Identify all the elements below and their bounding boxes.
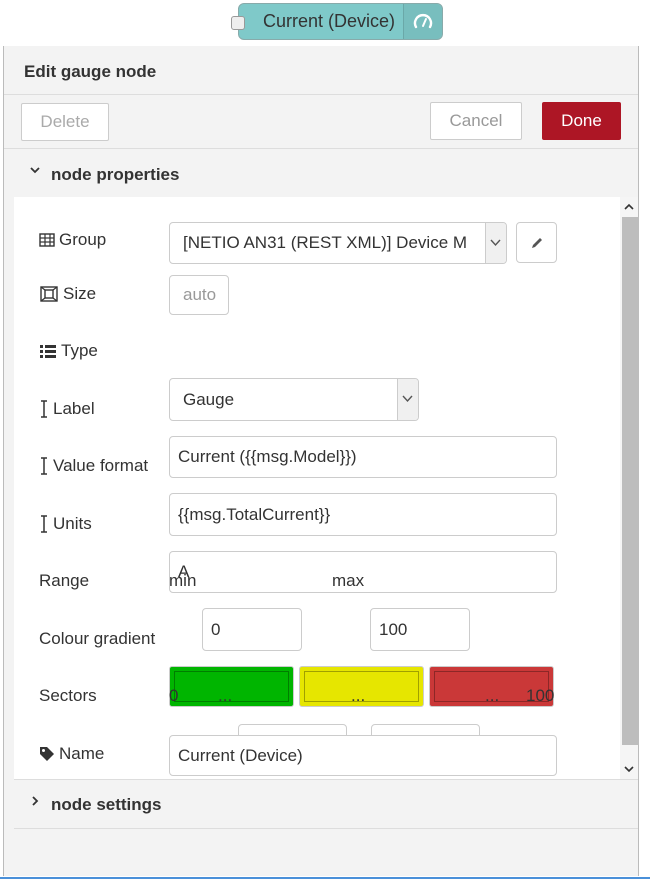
list-icon: [40, 345, 56, 358]
chevron-down-icon: [30, 167, 40, 174]
range-min-value: 0: [211, 620, 221, 639]
group-select-value: [NETIO AN31 (REST XML)] Device M: [183, 233, 468, 252]
value-format-input-value: {{msg.TotalCurrent}}: [178, 505, 331, 524]
tag-icon: [40, 747, 54, 761]
range-max-input[interactable]: 100: [370, 608, 470, 651]
chevron-right-icon: [32, 796, 39, 806]
cancel-button[interactable]: Cancel: [430, 102, 522, 140]
value-format-label-text: Value format: [53, 456, 149, 475]
text-cursor-icon: [41, 457, 47, 475]
range-label: Range: [39, 571, 89, 591]
name-input[interactable]: Current (Device): [169, 735, 557, 776]
range-max-value: 100: [379, 620, 408, 639]
section-node-settings[interactable]: node settings: [14, 779, 638, 829]
range-min-label: min: [169, 571, 197, 590]
type-select-value: Gauge: [183, 390, 235, 409]
label-input-value: Current ({{msg.Model}}): [178, 447, 357, 466]
properties-scrollbar[interactable]: [620, 197, 639, 779]
table-icon: [39, 233, 55, 247]
scrollbar-thumb[interactable]: [622, 217, 639, 745]
type-select[interactable]: Gauge: [169, 378, 419, 421]
size-label-text: Size: [63, 284, 97, 303]
colour-gradient-label: Colour gradient: [39, 629, 155, 649]
section-title: node properties: [51, 165, 180, 184]
edit-group-button[interactable]: [516, 222, 557, 263]
select-arrow: [397, 379, 418, 420]
size-button[interactable]: auto: [169, 275, 229, 315]
type-label: Type: [39, 341, 98, 361]
tray-toolbar: Delete Cancel Done: [4, 94, 638, 149]
name-input-value: Current (Device): [178, 746, 303, 765]
done-button[interactable]: Done: [542, 102, 621, 140]
edit-tray: Edit gauge node Delete Cancel Done node …: [3, 46, 639, 876]
label-input[interactable]: Current ({{msg.Model}}): [169, 436, 557, 478]
value-format-input[interactable]: {{msg.TotalCurrent}}: [169, 493, 557, 536]
name-label: Name: [39, 744, 104, 764]
select-arrow: [485, 223, 506, 263]
tray-title: Edit gauge node: [24, 62, 157, 81]
range-max-label: max: [332, 571, 365, 590]
sectors-start: 0: [169, 686, 179, 705]
range-label-text: Range: [39, 571, 90, 590]
text-cursor-icon: [41, 400, 47, 418]
node-icon-box: [403, 4, 442, 39]
group-select[interactable]: [NETIO AN31 (REST XML)] Device M: [169, 222, 507, 264]
tray-header: Edit gauge node: [4, 46, 638, 95]
chevron-down-icon[interactable]: [623, 763, 635, 775]
sectors-separator: ...: [218, 686, 233, 705]
size-label: Size: [39, 284, 96, 304]
chevron-down-icon: [402, 395, 413, 403]
type-label-text: Type: [61, 341, 98, 360]
size-value: auto: [183, 285, 217, 304]
pencil-icon: [532, 238, 542, 248]
label-label: Label: [39, 399, 95, 419]
range-min-input[interactable]: 0: [202, 608, 302, 651]
node-input-port: [231, 16, 245, 30]
delete-button[interactable]: Delete: [21, 103, 109, 141]
section-title: node settings: [51, 795, 162, 814]
size-icon: [40, 286, 58, 302]
units-label: Units: [39, 514, 92, 534]
sectors-separator: ...: [485, 686, 500, 705]
sectors-label-text: Sectors: [39, 686, 97, 705]
node-preview: Current (Device): [231, 3, 443, 40]
sectors-label: Sectors: [39, 686, 97, 706]
label-label-text: Label: [53, 399, 95, 418]
sectors-separator: ...: [351, 686, 366, 705]
value-format-label: Value format: [39, 456, 148, 476]
section-node-properties[interactable]: node properties: [14, 149, 638, 197]
sectors-end: 100: [526, 686, 555, 705]
properties-panel: Group [NETIO AN31 (REST XML)] Device M S…: [14, 197, 639, 779]
chevron-down-icon: [490, 239, 501, 247]
units-label-text: Units: [53, 514, 92, 533]
group-label: Group: [39, 230, 106, 250]
name-label-text: Name: [59, 744, 105, 763]
colour-gradient-label-text: Colour gradient: [39, 629, 156, 648]
node-preview-label: Current (Device): [263, 11, 396, 31]
group-label-text: Group: [59, 230, 107, 249]
gauge-icon: [413, 14, 433, 29]
text-cursor-icon: [41, 515, 47, 533]
chevron-up-icon[interactable]: [623, 201, 635, 213]
